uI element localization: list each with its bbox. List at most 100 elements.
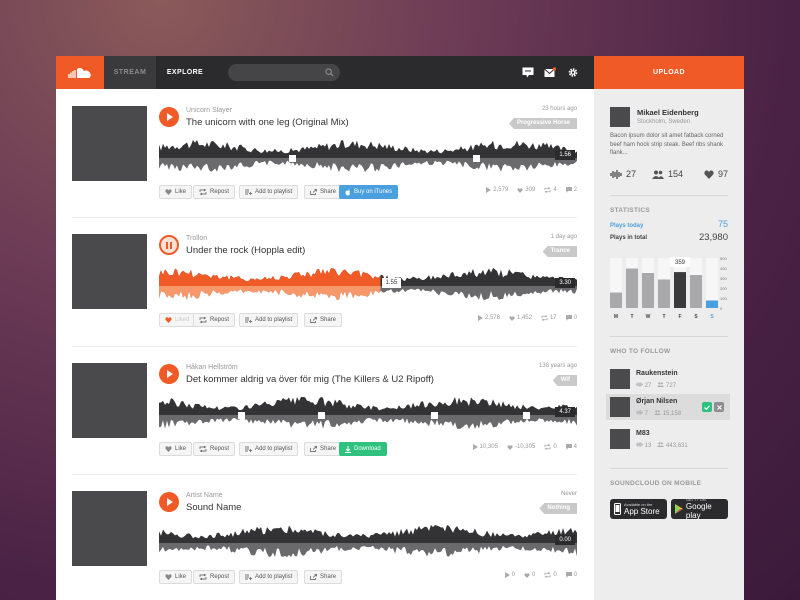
comment-marker[interactable] [522,412,530,419]
genre-tag[interactable]: Progressive Horse [508,118,577,129]
repost-button[interactable]: Repost [193,442,236,456]
track-stats: 10,305 -10,305 0 4 [472,444,577,450]
user-name[interactable]: Ørjan Nilsen [636,398,677,405]
pause-button[interactable] [159,235,179,255]
download-button[interactable]: Download [339,442,387,456]
likes-stat: 1,452 [509,315,532,321]
nav-explore-tab[interactable]: EXPLORE [156,56,214,89]
user-avatar[interactable] [610,429,630,449]
track-artist[interactable]: Unicorn Slayer [186,107,232,114]
user-stats: 7 15,158 [636,410,681,417]
add-to-playlist-button[interactable]: Add to playlist [239,570,299,584]
share-button[interactable]: Share [304,313,343,327]
chart-bar[interactable] [610,292,622,309]
soundcloud-logo-icon[interactable] [56,56,104,89]
liked-button[interactable]: Liked [159,313,196,327]
upload-button[interactable]: UPLOAD [594,56,744,89]
comments-count: 0 [573,315,577,321]
share-button[interactable]: Share [304,442,343,456]
chart-tooltip-value: 359 [675,260,686,266]
track-artist[interactable]: Artist Name [186,492,223,499]
repost-button[interactable]: Repost [193,185,236,199]
chart-bar[interactable] [626,268,638,309]
progress-time: 1.55 [381,278,402,288]
track-title[interactable]: Det kommer aldrig va över för mig (The K… [186,374,434,385]
like-button-label: Like [175,189,187,195]
profile-followers-stat[interactable]: 154 [652,169,683,179]
share-button-label: Share [320,574,337,580]
profile-likes-stat[interactable]: 97 [704,169,728,179]
share-button[interactable]: Share [304,185,343,199]
chart-day-label: F [678,314,681,320]
genre-tag[interactable]: Nothing [539,503,577,514]
settings-gear-icon[interactable] [567,67,579,78]
track-artist[interactable]: Trollon [186,235,207,242]
waveform-player[interactable]: 0.00 [159,524,577,558]
divider [610,468,728,469]
comment-marker[interactable] [288,155,296,162]
track-artwork[interactable] [72,106,147,181]
plays-count: 0 [511,572,515,578]
add-to-playlist-button[interactable]: Add to playlist [239,313,299,327]
genre-tag[interactable]: Wif [552,375,577,386]
genre-tag[interactable]: Trance [542,246,577,257]
follow-suggestion[interactable]: Raukenstein 27 727 [610,366,730,392]
dismiss-follow-button[interactable] [714,402,724,412]
follow-suggestion[interactable]: Ørjan Nilsen 7 15,158 [606,394,730,420]
profile-avatar[interactable] [610,107,630,127]
chart-bar[interactable] [658,279,670,309]
user-name[interactable]: M83 [636,430,650,437]
repost-button[interactable]: Repost [193,313,236,327]
follow-suggestion[interactable]: M83 13 443,631 [610,426,730,452]
chart-bar[interactable] [690,275,702,308]
track-artist[interactable]: Håkan Hellström [186,364,238,371]
play-button[interactable] [159,364,179,384]
chart-bar[interactable] [674,272,686,308]
like-button[interactable]: Like [159,442,193,456]
app-store-big: App Store [624,506,660,516]
track-title[interactable]: Under the rock (Hoppla edit) [186,245,305,256]
google-play-button[interactable]: GET IT ON Google play [671,498,728,520]
track-artwork[interactable] [72,363,147,438]
waveform-player[interactable]: 4.37 [159,396,577,430]
chart-bar[interactable] [642,273,654,308]
comments-count: 2 [573,187,577,193]
comment-marker[interactable] [317,412,325,419]
like-button[interactable]: Like [159,570,193,584]
play-button[interactable] [159,492,179,512]
track-artwork[interactable] [72,491,147,566]
comment-marker[interactable] [238,412,246,419]
repost-button[interactable]: Repost [193,570,236,584]
add-to-playlist-button[interactable]: Add to playlist [239,185,299,199]
chart-y-tick: 500 [720,256,727,261]
like-button[interactable]: Like [159,185,193,199]
plays-stat: 2,579 [486,187,508,193]
messages-icon[interactable] [522,67,534,78]
comment-marker[interactable] [472,155,480,162]
confirm-follow-button[interactable] [702,402,712,412]
user-name[interactable]: Raukenstein [636,370,678,377]
nav-stream-tab[interactable]: STREAM [104,56,156,89]
search-input[interactable] [228,64,340,81]
track-title[interactable]: The unicorn with one leg (Original Mix) [186,117,349,128]
app-store-button[interactable]: Available on the App Store [610,499,667,519]
plays-total-value: 23,980 [698,232,728,243]
share-button[interactable]: Share [304,570,343,584]
user-followers: 15,158 [654,410,681,417]
likes-stat: 0 [524,572,535,578]
plays-count: 2,579 [493,187,509,193]
buy-on-itunes-button[interactable]: Buy on iTunes [339,185,399,199]
track-artwork[interactable] [72,234,147,309]
mail-icon[interactable] [544,67,556,78]
profile-tracks-stat[interactable]: 27 [610,169,636,179]
track-title[interactable]: Sound Name [186,502,241,513]
chart-bar[interactable] [706,300,718,309]
waveform-player[interactable]: 1.55 3.30 [159,267,577,301]
play-button[interactable] [159,107,179,127]
user-avatar[interactable] [610,369,630,389]
waveform-player[interactable]: 1.56 [159,139,577,173]
profile-name[interactable]: Mikael Eidenberg [637,108,699,117]
comment-marker[interactable] [430,412,438,419]
add-to-playlist-button[interactable]: Add to playlist [239,442,299,456]
user-avatar[interactable] [610,397,630,417]
